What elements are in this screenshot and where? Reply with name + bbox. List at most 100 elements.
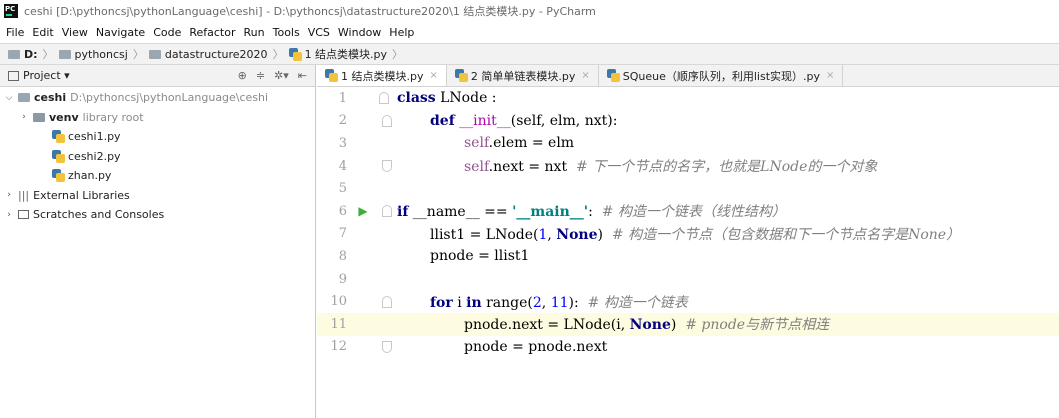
close-icon[interactable]: × <box>581 70 589 81</box>
line-number: 3 <box>338 135 347 151</box>
current-line: 11 pnode.next = LNode(i, None) # pnode与新… <box>317 313 1059 336</box>
project-view-selector[interactable]: Project ▾ <box>23 69 70 82</box>
menu-help[interactable]: Help <box>389 26 414 39</box>
project-panel-header: Project ▾ ⊕ ≑ ✲▾ ⇤ <box>0 65 315 87</box>
python-file-icon <box>454 69 468 82</box>
code-line: 12 pnode = pnode.next <box>317 336 1059 359</box>
fold-icon[interactable] <box>382 114 392 127</box>
line-number: 11 <box>330 316 347 332</box>
tree-item-venv[interactable]: › venv library root <box>0 108 315 128</box>
editor: 1 结点类模块.py × 2 简单单链表模块.py × SQueue（顺序队列，… <box>317 65 1059 418</box>
line-number: 7 <box>338 226 347 242</box>
code-line: 7 llist1 = LNode(1, None) # 构造一个节点（包含数据和… <box>317 223 1059 246</box>
code-text: self.next = nxt # 下一个节点的名字，也就是LNode的一个对象 <box>464 159 878 176</box>
tree-item-ceshi[interactable]: ⌵ ceshi D:\pythoncsj\pythonLanguage\cesh… <box>0 88 315 108</box>
python-file-icon <box>52 169 65 183</box>
tab-linked-list-module[interactable]: 2 简单单链表模块.py × <box>447 65 599 86</box>
code-line: 2 def __init__(self, elm, nxt): <box>317 110 1059 133</box>
editor-tabs: 1 结点类模块.py × 2 简单单链表模块.py × SQueue（顺序队列，… <box>317 65 1059 87</box>
chevron-right-icon[interactable]: › <box>18 112 30 122</box>
line-number: 9 <box>338 271 347 287</box>
libraries-icon: ||| <box>18 188 30 202</box>
tree-item-ceshi1[interactable]: ceshi1.py <box>0 127 315 147</box>
code-text: pnode.next = LNode(i, None) # pnode与新节点相… <box>464 317 830 334</box>
chevron-down-icon[interactable]: ⌵ <box>3 93 15 103</box>
run-icon[interactable]: ▶ <box>355 204 371 218</box>
breadcrumb: D: 〉 pythoncsj 〉 datastructure2020 〉 1 结… <box>0 43 1059 65</box>
menu-refactor[interactable]: Refactor <box>189 26 235 39</box>
code-text: for i in range(2, 11): # 构造一个链表 <box>430 294 688 311</box>
menu-vcs[interactable]: VCS <box>308 26 330 39</box>
close-icon[interactable]: × <box>826 70 834 81</box>
breadcrumb-file[interactable]: 1 结点类模块.py <box>288 46 387 62</box>
fold-icon[interactable] <box>382 160 392 173</box>
code-text: self.elem = elm <box>464 135 575 152</box>
line-number: 1 <box>338 90 347 106</box>
line-number: 8 <box>338 248 347 264</box>
menu-window[interactable]: Window <box>338 26 381 39</box>
menu-file[interactable]: File <box>6 26 24 39</box>
scratches-icon <box>18 210 29 220</box>
menu-view[interactable]: View <box>62 26 88 39</box>
pycharm-icon: PC <box>4 4 18 18</box>
close-icon[interactable]: × <box>429 70 437 81</box>
folder-icon <box>148 49 161 59</box>
project-view-icon <box>8 70 19 81</box>
window-title: ceshi [D:\pythoncsj\pythonLanguage\ceshi… <box>24 5 596 18</box>
menu-edit[interactable]: Edit <box>32 26 53 39</box>
python-file-icon <box>606 69 620 82</box>
tab-node-module[interactable]: 1 结点类模块.py × <box>317 65 447 86</box>
folder-icon <box>18 93 30 103</box>
code-line: 1 class LNode : <box>317 87 1059 110</box>
chevron-right-icon[interactable]: › <box>3 210 15 220</box>
menu-navigate[interactable]: Navigate <box>96 26 145 39</box>
code-line: 4 self.next = nxt # 下一个节点的名字，也就是LNode的一个… <box>317 155 1059 178</box>
tab-squeue[interactable]: SQueue（顺序队列，利用list实现）.py × <box>599 65 844 86</box>
code-line: 8 pnode = llist1 <box>317 245 1059 268</box>
chevron-right-icon[interactable]: › <box>3 190 15 200</box>
fold-icon[interactable] <box>382 295 392 308</box>
folder-icon <box>8 49 20 59</box>
title-bar: PC ceshi [D:\pythoncsj\pythonLanguage\ce… <box>0 0 1059 22</box>
line-number: 5 <box>338 181 347 197</box>
code-text: pnode = pnode.next <box>464 338 608 355</box>
breadcrumb-drive[interactable]: D: <box>8 48 38 61</box>
gear-icon[interactable]: ✲▾ <box>274 69 289 82</box>
code-area[interactable]: 1 class LNode : 2 def __init__(self, elm… <box>317 87 1059 418</box>
code-text: class LNode : <box>397 90 497 107</box>
code-text: def __init__(self, elm, nxt): <box>430 112 618 129</box>
menu-bar: File Edit View Navigate Code Refactor Ru… <box>0 22 1059 43</box>
breadcrumb-pythoncsj[interactable]: pythoncsj <box>58 48 128 61</box>
line-number: 10 <box>330 294 347 310</box>
tree-item-scratches[interactable]: › Scratches and Consoles <box>0 205 315 225</box>
python-file-icon <box>52 149 65 163</box>
hide-icon[interactable]: ⇤ <box>298 69 307 82</box>
code-line: 5 <box>317 177 1059 200</box>
collapse-icon[interactable]: ≑ <box>256 69 265 82</box>
code-text: if __name__ == '__main__': # 构造一个链表（线性结构… <box>397 204 786 221</box>
code-line: 10 for i in range(2, 11): # 构造一个链表 <box>317 290 1059 313</box>
folder-icon <box>58 49 71 59</box>
python-file-icon <box>52 130 65 144</box>
code-text: llist1 = LNode(1, None) # 构造一个节点（包含数据和下一… <box>430 226 961 243</box>
tree-item-external-libraries[interactable]: › ||| External Libraries <box>0 186 315 206</box>
project-panel: Project ▾ ⊕ ≑ ✲▾ ⇤ ⌵ ceshi D:\pythoncsj\… <box>0 65 316 418</box>
menu-run[interactable]: Run <box>244 26 265 39</box>
locate-icon[interactable]: ⊕ <box>238 69 247 82</box>
code-text: pnode = llist1 <box>430 248 530 265</box>
code-line: 6 ▶ if __name__ == '__main__': # 构造一个链表（… <box>317 200 1059 223</box>
tree-item-ceshi2[interactable]: ceshi2.py <box>0 147 315 167</box>
tree-item-zhan[interactable]: zhan.py <box>0 166 315 186</box>
python-file-icon <box>325 69 338 82</box>
python-file-icon <box>288 47 302 61</box>
fold-icon[interactable] <box>382 340 392 353</box>
fold-icon[interactable] <box>379 92 389 105</box>
breadcrumb-datastructure2020[interactable]: datastructure2020 <box>148 48 268 61</box>
project-tree: ⌵ ceshi D:\pythoncsj\pythonLanguage\cesh… <box>0 87 315 225</box>
menu-code[interactable]: Code <box>153 26 181 39</box>
line-number: 6 <box>338 203 347 219</box>
menu-tools[interactable]: Tools <box>273 26 300 39</box>
fold-icon[interactable] <box>382 205 392 218</box>
line-number: 4 <box>338 158 347 174</box>
line-number: 2 <box>338 113 347 129</box>
